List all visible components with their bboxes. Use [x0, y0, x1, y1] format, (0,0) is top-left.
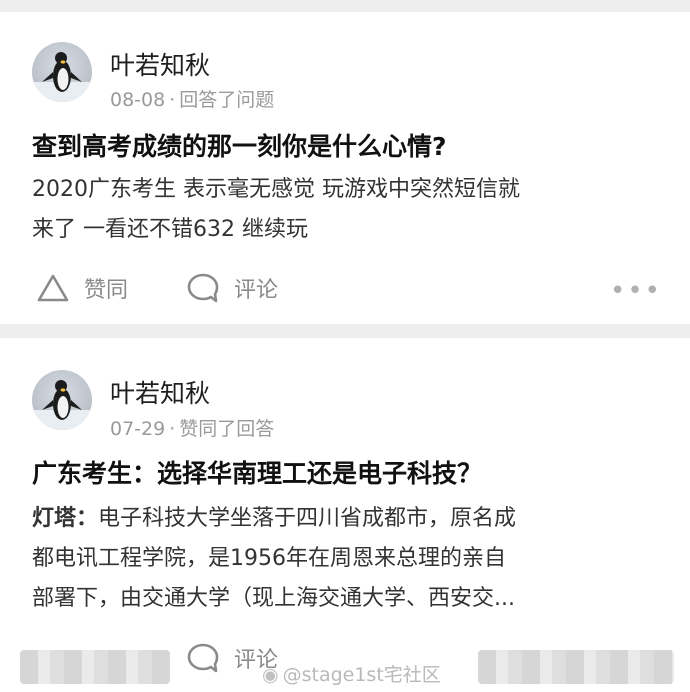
- penguin-avatar-icon[interactable]: [32, 370, 92, 430]
- question-title[interactable]: 广东考生：选择华南理工还是电子科技？: [32, 454, 482, 490]
- weibo-icon: ◉: [262, 664, 279, 686]
- author-name[interactable]: 叶若知秋: [110, 374, 210, 410]
- penguin-avatar-icon[interactable]: [32, 42, 92, 102]
- comment-label: 评论: [234, 278, 279, 303]
- watermark: ◉ @stage1st宅社区: [262, 660, 441, 687]
- action-bar: 赞同 评论 •••: [32, 268, 662, 308]
- like-button[interactable]: 赞同: [36, 268, 128, 308]
- author-name[interactable]: 叶若知秋: [110, 46, 210, 82]
- excerpt-line: 2020广东考生 表示毫无感觉 玩游戏中突然短信就: [32, 177, 520, 202]
- comment-bubble-icon: [187, 643, 219, 673]
- post-meta: 07-29 · 赞同了回答: [110, 418, 275, 440]
- excerpt-line: 电子科技大学坐落于四川省成都市，原名成: [98, 506, 517, 531]
- question-title[interactable]: 查到高考成绩的那一刻你是什么心情?: [32, 127, 447, 163]
- answer-card-1[interactable]: 叶若知秋 08-08 · 回答了问题 查到高考成绩的那一刻你是什么心情? 2020广…: [0, 12, 690, 324]
- comment-button[interactable]: 评论: [186, 268, 278, 308]
- comment-bubble-icon: [187, 273, 219, 303]
- like-triangle-icon: [37, 274, 69, 302]
- more-dots-icon[interactable]: •••: [610, 276, 662, 306]
- post-date: 08-08: [110, 89, 166, 111]
- like-label: 赞同: [84, 278, 129, 303]
- post-meta: 08-08 · 回答了问题: [110, 89, 275, 111]
- answer-excerpt[interactable]: 2020广东考生 表示毫无感觉 玩游戏中突然短信就 来了 一看还不错632 继续…: [32, 170, 632, 250]
- excerpt-lead: 灯塔：: [32, 506, 99, 531]
- answer-card-2[interactable]: 叶若知秋 07-29 · 赞同了回答 广东考生：选择华南理工还是电子科技？ 灯塔：电…: [0, 338, 690, 692]
- pixelated-overlay-right: [478, 650, 674, 684]
- excerpt-line: 来了 一看还不错632 继续玩: [32, 217, 308, 242]
- post-action: 回答了问题: [179, 89, 275, 111]
- answer-excerpt[interactable]: 灯塔：电子科技大学坐落于四川省成都市，原名成 都电讯工程学院，是1956年在周恩…: [32, 499, 632, 619]
- pixelated-overlay-left: [20, 650, 170, 684]
- post-date: 07-29: [110, 418, 166, 440]
- excerpt-line: 部署下，由交通大学（现上海交通大学、西安交...: [32, 586, 515, 611]
- watermark-text: @stage1st宅社区: [282, 664, 441, 686]
- post-action: 赞同了回答: [179, 418, 275, 440]
- excerpt-line: 都电讯工程学院，是1956年在周恩来总理的亲自: [32, 546, 506, 571]
